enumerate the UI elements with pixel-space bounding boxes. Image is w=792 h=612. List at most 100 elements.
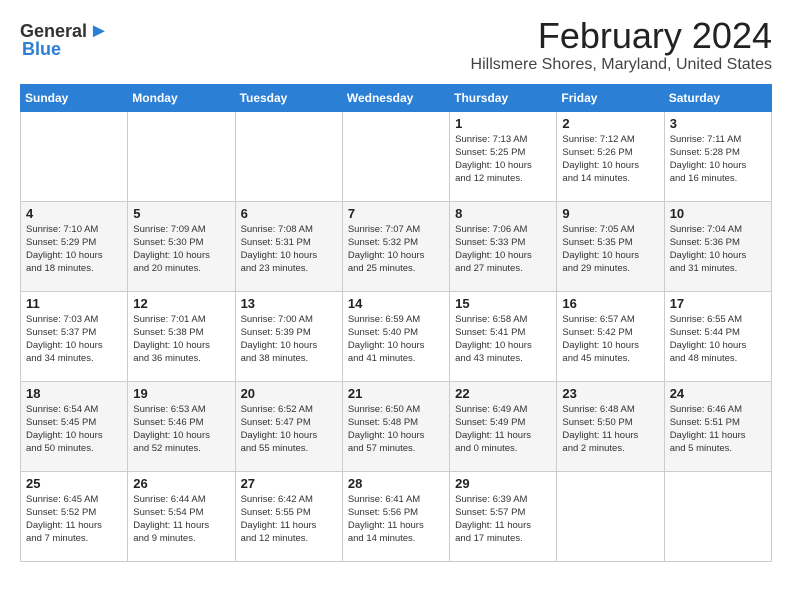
day-info: Sunrise: 6:55 AM Sunset: 5:44 PM Dayligh… xyxy=(670,313,766,366)
day-info: Sunrise: 6:44 AM Sunset: 5:54 PM Dayligh… xyxy=(133,493,229,546)
day-number: 8 xyxy=(455,206,551,221)
calendar-cell: 28 Sunrise: 6:41 AM Sunset: 5:56 PM Dayli… xyxy=(342,471,449,561)
day-info: Sunrise: 7:09 AM Sunset: 5:30 PM Dayligh… xyxy=(133,223,229,276)
logo-blue-text: Blue xyxy=(22,39,61,60)
day-info: Sunrise: 6:48 AM Sunset: 5:50 PM Dayligh… xyxy=(562,403,658,456)
day-number: 1 xyxy=(455,116,551,131)
calendar-cell xyxy=(342,111,449,201)
header-friday: Friday xyxy=(557,84,664,111)
day-number: 5 xyxy=(133,206,229,221)
day-info: Sunrise: 6:45 AM Sunset: 5:52 PM Dayligh… xyxy=(26,493,122,546)
calendar-header: Sunday Monday Tuesday Wednesday Thursday… xyxy=(21,84,772,111)
title-section: February 2024 Hillsmere Shores, Maryland… xyxy=(20,16,772,74)
calendar-week-row: 1 Sunrise: 7:13 AM Sunset: 5:25 PM Daylig… xyxy=(21,111,772,201)
header-monday: Monday xyxy=(128,84,235,111)
calendar-cell: 10 Sunrise: 7:04 AM Sunset: 5:36 PM Dayli… xyxy=(664,201,771,291)
day-info: Sunrise: 7:06 AM Sunset: 5:33 PM Dayligh… xyxy=(455,223,551,276)
day-number: 19 xyxy=(133,386,229,401)
day-number: 3 xyxy=(670,116,766,131)
day-info: Sunrise: 6:42 AM Sunset: 5:55 PM Dayligh… xyxy=(241,493,337,546)
day-info: Sunrise: 7:03 AM Sunset: 5:37 PM Dayligh… xyxy=(26,313,122,366)
calendar-cell: 29 Sunrise: 6:39 AM Sunset: 5:57 PM Dayli… xyxy=(450,471,557,561)
header-tuesday: Tuesday xyxy=(235,84,342,111)
calendar-week-row: 18 Sunrise: 6:54 AM Sunset: 5:45 PM Dayli… xyxy=(21,381,772,471)
calendar-cell xyxy=(664,471,771,561)
header-thursday: Thursday xyxy=(450,84,557,111)
day-info: Sunrise: 7:11 AM Sunset: 5:28 PM Dayligh… xyxy=(670,133,766,186)
calendar-cell: 20Sunrise: 6:52 AM Sunset: 5:47 PM Dayli… xyxy=(235,381,342,471)
calendar-cell: 26 Sunrise: 6:44 AM Sunset: 5:54 PM Dayli… xyxy=(128,471,235,561)
day-number: 2 xyxy=(562,116,658,131)
day-info: Sunrise: 6:49 AM Sunset: 5:49 PM Dayligh… xyxy=(455,403,551,456)
day-number: 11 xyxy=(26,296,122,311)
calendar-cell: 14Sunrise: 6:59 AM Sunset: 5:40 PM Dayli… xyxy=(342,291,449,381)
calendar-week-row: 25Sunrise: 6:45 AM Sunset: 5:52 PM Dayli… xyxy=(21,471,772,561)
day-info: Sunrise: 6:53 AM Sunset: 5:46 PM Dayligh… xyxy=(133,403,229,456)
day-number: 18 xyxy=(26,386,122,401)
day-info: Sunrise: 7:08 AM Sunset: 5:31 PM Dayligh… xyxy=(241,223,337,276)
calendar-cell: 17 Sunrise: 6:55 AM Sunset: 5:44 PM Dayli… xyxy=(664,291,771,381)
calendar-cell: 2 Sunrise: 7:12 AM Sunset: 5:26 PM Daylig… xyxy=(557,111,664,201)
day-info: Sunrise: 7:04 AM Sunset: 5:36 PM Dayligh… xyxy=(670,223,766,276)
calendar-cell: 15 Sunrise: 6:58 AM Sunset: 5:41 PM Dayli… xyxy=(450,291,557,381)
calendar-cell: 18 Sunrise: 6:54 AM Sunset: 5:45 PM Dayli… xyxy=(21,381,128,471)
header-wednesday: Wednesday xyxy=(342,84,449,111)
day-number: 24 xyxy=(670,386,766,401)
day-info: Sunrise: 6:41 AM Sunset: 5:56 PM Dayligh… xyxy=(348,493,444,546)
day-number: 15 xyxy=(455,296,551,311)
day-info: Sunrise: 7:12 AM Sunset: 5:26 PM Dayligh… xyxy=(562,133,658,186)
calendar-cell: 25Sunrise: 6:45 AM Sunset: 5:52 PM Dayli… xyxy=(21,471,128,561)
day-number: 13 xyxy=(241,296,337,311)
day-info: Sunrise: 6:39 AM Sunset: 5:57 PM Dayligh… xyxy=(455,493,551,546)
calendar-table: Sunday Monday Tuesday Wednesday Thursday… xyxy=(20,84,772,562)
day-number: 21 xyxy=(348,386,444,401)
day-info: Sunrise: 7:13 AM Sunset: 5:25 PM Dayligh… xyxy=(455,133,551,186)
day-info: Sunrise: 7:01 AM Sunset: 5:38 PM Dayligh… xyxy=(133,313,229,366)
calendar-cell: 7 Sunrise: 7:07 AM Sunset: 5:32 PM Daylig… xyxy=(342,201,449,291)
calendar-cell: 3 Sunrise: 7:11 AM Sunset: 5:28 PM Daylig… xyxy=(664,111,771,201)
day-info: Sunrise: 7:07 AM Sunset: 5:32 PM Dayligh… xyxy=(348,223,444,276)
header-saturday: Saturday xyxy=(664,84,771,111)
day-number: 14 xyxy=(348,296,444,311)
calendar-cell: 16Sunrise: 6:57 AM Sunset: 5:42 PM Dayli… xyxy=(557,291,664,381)
day-info: Sunrise: 6:54 AM Sunset: 5:45 PM Dayligh… xyxy=(26,403,122,456)
calendar-cell: 23Sunrise: 6:48 AM Sunset: 5:50 PM Dayli… xyxy=(557,381,664,471)
day-number: 6 xyxy=(241,206,337,221)
calendar-cell: 9Sunrise: 7:05 AM Sunset: 5:35 PM Daylig… xyxy=(557,201,664,291)
location-subtitle: Hillsmere Shores, Maryland, United State… xyxy=(20,56,772,74)
logo-arrow-icon: ► xyxy=(89,20,109,43)
day-info: Sunrise: 6:46 AM Sunset: 5:51 PM Dayligh… xyxy=(670,403,766,456)
calendar-cell: 13 Sunrise: 7:00 AM Sunset: 5:39 PM Dayli… xyxy=(235,291,342,381)
day-info: Sunrise: 6:57 AM Sunset: 5:42 PM Dayligh… xyxy=(562,313,658,366)
day-info: Sunrise: 7:00 AM Sunset: 5:39 PM Dayligh… xyxy=(241,313,337,366)
calendar-cell xyxy=(235,111,342,201)
calendar-cell: 19 Sunrise: 6:53 AM Sunset: 5:46 PM Dayli… xyxy=(128,381,235,471)
day-number: 4 xyxy=(26,206,122,221)
day-info: Sunrise: 6:50 AM Sunset: 5:48 PM Dayligh… xyxy=(348,403,444,456)
calendar-cell xyxy=(21,111,128,201)
day-number: 28 xyxy=(348,476,444,491)
day-number: 20 xyxy=(241,386,337,401)
calendar-body: 1 Sunrise: 7:13 AM Sunset: 5:25 PM Daylig… xyxy=(21,111,772,561)
logo: General ► Blue xyxy=(20,20,109,60)
calendar-cell xyxy=(128,111,235,201)
day-number: 29 xyxy=(455,476,551,491)
day-number: 22 xyxy=(455,386,551,401)
calendar-cell: 21 Sunrise: 6:50 AM Sunset: 5:48 PM Dayli… xyxy=(342,381,449,471)
calendar-cell: 1 Sunrise: 7:13 AM Sunset: 5:25 PM Daylig… xyxy=(450,111,557,201)
day-number: 26 xyxy=(133,476,229,491)
calendar-cell: 11 Sunrise: 7:03 AM Sunset: 5:37 PM Dayli… xyxy=(21,291,128,381)
day-number: 7 xyxy=(348,206,444,221)
calendar-cell: 4Sunrise: 7:10 AM Sunset: 5:29 PM Daylig… xyxy=(21,201,128,291)
calendar-cell: 24 Sunrise: 6:46 AM Sunset: 5:51 PM Dayli… xyxy=(664,381,771,471)
calendar-cell xyxy=(557,471,664,561)
day-info: Sunrise: 6:58 AM Sunset: 5:41 PM Dayligh… xyxy=(455,313,551,366)
calendar-cell: 22 Sunrise: 6:49 AM Sunset: 5:49 PM Dayli… xyxy=(450,381,557,471)
calendar-week-row: 11 Sunrise: 7:03 AM Sunset: 5:37 PM Dayli… xyxy=(21,291,772,381)
weekday-header-row: Sunday Monday Tuesday Wednesday Thursday… xyxy=(21,84,772,111)
day-number: 17 xyxy=(670,296,766,311)
day-number: 12 xyxy=(133,296,229,311)
calendar-cell: 8 Sunrise: 7:06 AM Sunset: 5:33 PM Daylig… xyxy=(450,201,557,291)
day-number: 27 xyxy=(241,476,337,491)
day-number: 10 xyxy=(670,206,766,221)
